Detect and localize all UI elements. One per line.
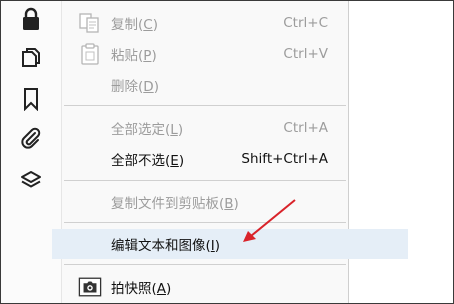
menu-item-shortcut: Shift+Ctrl+A (241, 151, 328, 167)
menu-separator (64, 180, 346, 181)
menu-item-delete[interactable]: 删除(D) (62, 70, 348, 100)
menu-item-shortcut: Ctrl+V (283, 46, 328, 62)
menu-item-label: 删除(D) (111, 79, 159, 95)
menu-item-edit-text-and-images[interactable]: 编辑文本和图像(I) (52, 229, 408, 259)
lock-icon[interactable] (17, 5, 45, 33)
menu-item-copy[interactable]: 复制(C) Ctrl+C (62, 8, 348, 38)
camera-icon (78, 275, 102, 299)
menu-item-shortcut: Ctrl+C (283, 15, 328, 31)
menu-item-label: 全部选定(L) (111, 122, 184, 138)
bookmark-icon[interactable] (17, 85, 45, 113)
pages-icon[interactable] (17, 45, 45, 73)
layers-icon[interactable] (17, 167, 45, 195)
menu-item-label: 编辑文本和图像(I) (111, 238, 221, 254)
context-menu: 复制(C) Ctrl+C 粘贴(P) Ctrl+V 删除(D) 全部选定(L) … (52, 1, 408, 303)
menu-item-deselect-all[interactable]: 全部不选(E) Shift+Ctrl+A (62, 144, 348, 174)
attachment-icon[interactable] (17, 125, 45, 153)
app-window: 复制(C) Ctrl+C 粘贴(P) Ctrl+V 删除(D) 全部选定(L) … (0, 0, 454, 304)
menu-item-paste[interactable]: 粘贴(P) Ctrl+V (62, 39, 348, 69)
menu-separator (64, 264, 346, 265)
menu-item-label: 复制文件到剪贴板(B) (111, 196, 239, 212)
menu-item-label: 拍快照(A) (111, 281, 172, 297)
menu-item-copy-file-to-clipboard[interactable]: 复制文件到剪贴板(B) (62, 187, 348, 217)
menu-item-label: 全部不选(E) (111, 153, 185, 169)
menu-item-shortcut: Ctrl+A (283, 120, 328, 136)
menu-separator (64, 105, 346, 106)
clipboard-icon (78, 42, 102, 66)
menu-item-snapshot[interactable]: 拍快照(A) (62, 272, 348, 302)
menu-item-label: 复制(C) (111, 17, 158, 33)
copy-icon (78, 11, 102, 35)
menu-separator (64, 222, 346, 223)
menu-item-label: 粘贴(P) (111, 48, 157, 64)
menu-item-select-all[interactable]: 全部选定(L) Ctrl+A (62, 113, 348, 143)
